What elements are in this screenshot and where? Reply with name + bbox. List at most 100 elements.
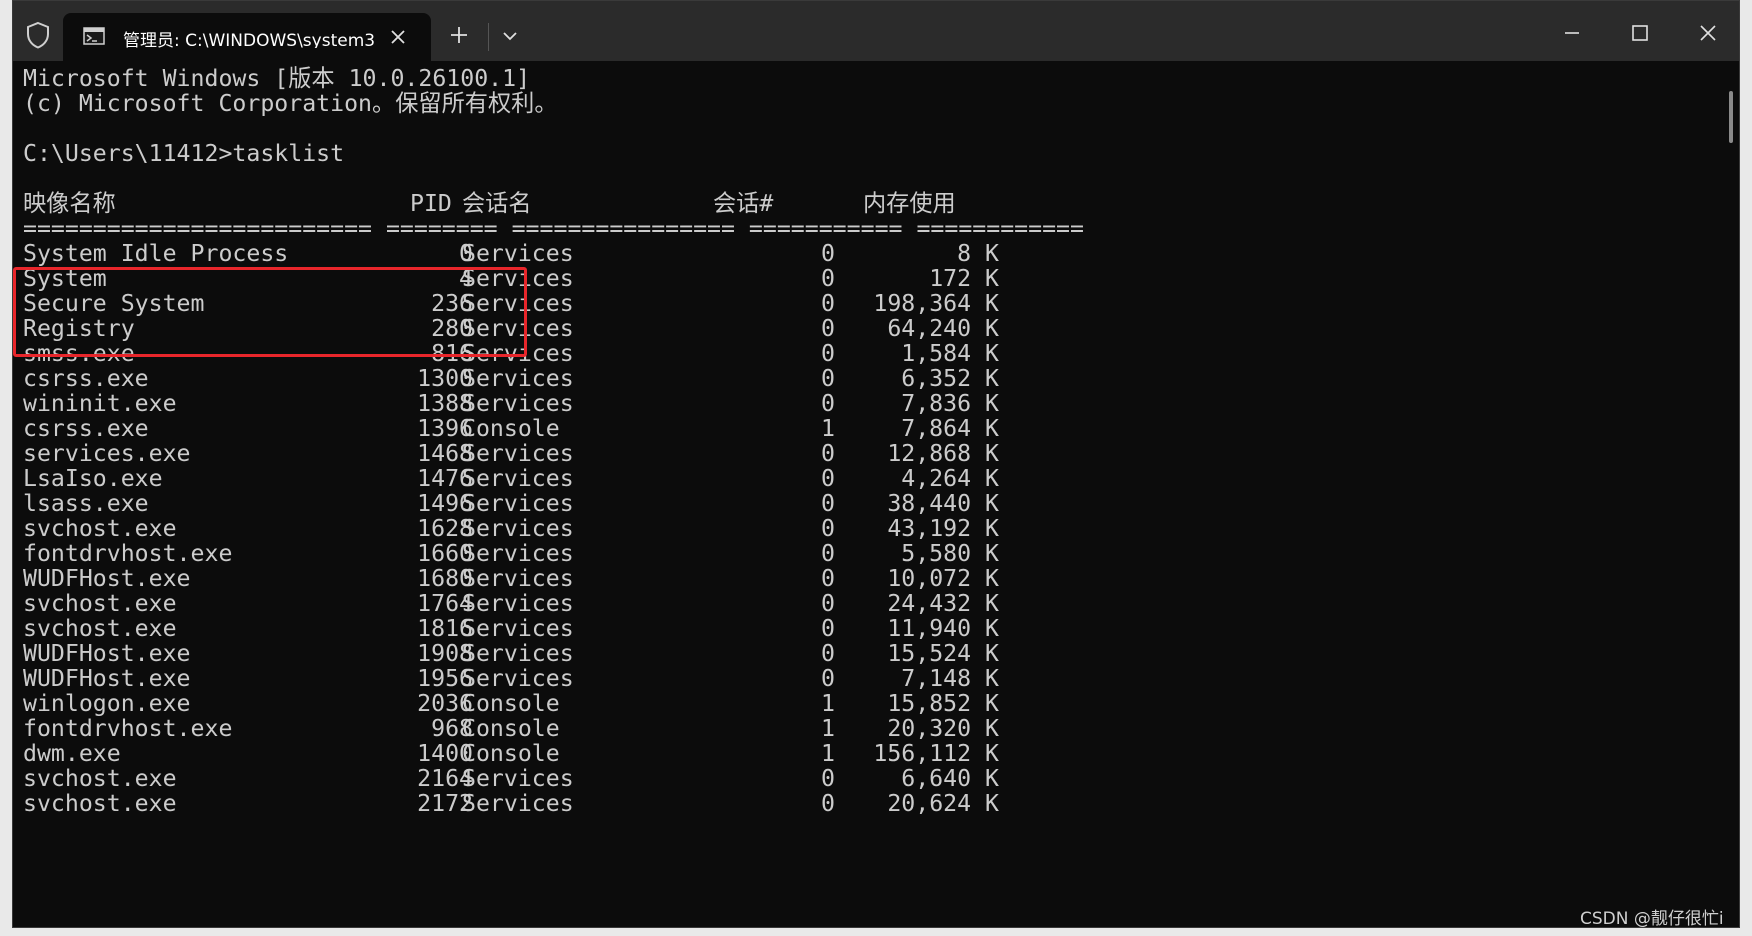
process-name: fontdrvhost.exe [23, 715, 233, 742]
process-mem: 5,580 K [901, 540, 999, 567]
process-mem: 4,264 K [901, 465, 999, 492]
process-name: System [23, 265, 107, 292]
command-prompt: C:\Users\11412>tasklist [23, 140, 345, 167]
process-session: Services [462, 590, 574, 617]
process-session-num: 1 [821, 415, 835, 442]
process-mem: 12,868 K [887, 440, 999, 467]
close-icon[interactable] [1685, 15, 1731, 51]
process-name: svchost.exe [23, 515, 177, 542]
process-mem: 38,440 K [887, 490, 999, 517]
process-name: lsass.exe [23, 490, 149, 517]
process-session: Console [462, 715, 560, 742]
process-session-num: 0 [821, 315, 835, 342]
process-session-num: 0 [821, 565, 835, 592]
process-name: wininit.exe [23, 390, 177, 417]
process-session-num: 0 [821, 340, 835, 367]
maximize-icon[interactable] [1617, 15, 1663, 51]
scrollbar[interactable] [1725, 61, 1739, 927]
table-row: WUDFHost.exe 1680 Services 0 10,072 K [23, 565, 1123, 593]
process-name: csrss.exe [23, 365, 149, 392]
table-row: fontdrvhost.exe 1660 Services 0 5,580 K [23, 540, 1123, 568]
process-name: svchost.exe [23, 590, 177, 617]
process-session: Services [462, 340, 574, 367]
process-session: Services [462, 315, 574, 342]
process-session: Services [462, 490, 574, 517]
process-session: Console [462, 740, 560, 767]
process-mem: 8 K [957, 240, 999, 267]
process-session-num: 0 [821, 290, 835, 317]
table-row: WUDFHost.exe 1908 Services 0 15,524 K [23, 640, 1123, 668]
process-session: Services [462, 465, 574, 492]
table-row: svchost.exe 1628 Services 0 43,192 K [23, 515, 1123, 543]
process-name: WUDFHost.exe [23, 640, 191, 667]
process-name: fontdrvhost.exe [23, 540, 233, 567]
process-session: Services [462, 540, 574, 567]
process-mem: 10,072 K [887, 565, 999, 592]
process-session: Services [462, 240, 574, 267]
tab-admin-cmd[interactable]: 管理员: C:\WINDOWS\system3 [63, 13, 431, 61]
process-session-num: 0 [821, 540, 835, 567]
process-name: svchost.exe [23, 790, 177, 817]
banner-line-2: (c) Microsoft Corporation。保留所有权利。 [23, 90, 558, 117]
table-row: winlogon.exe 2036 Console 1 15,852 K [23, 690, 1123, 718]
process-mem: 20,320 K [887, 715, 999, 742]
title-bar: 管理员: C:\WINDOWS\system3 [13, 1, 1739, 61]
process-session-num: 0 [821, 465, 835, 492]
process-session: Console [462, 415, 560, 442]
chevron-down-icon[interactable] [501, 29, 519, 43]
process-mem: 6,640 K [901, 765, 999, 792]
process-session: Services [462, 765, 574, 792]
process-mem: 15,524 K [887, 640, 999, 667]
table-row: smss.exe 816 Services 0 1,584 K [23, 340, 1123, 368]
process-session: Services [462, 265, 574, 292]
process-mem: 198,364 K [873, 290, 999, 317]
close-icon[interactable] [386, 25, 410, 49]
process-name: WUDFHost.exe [23, 665, 191, 692]
table-row: svchost.exe 2172 Services 0 20,624 K [23, 790, 1123, 818]
table-row: services.exe 1468 Services 0 12,868 K [23, 440, 1123, 468]
shield-icon [27, 21, 49, 49]
table-row: dwm.exe 1400 Console 1 156,112 K [23, 740, 1123, 768]
table-separator: ========================= ======== =====… [23, 215, 1084, 242]
banner-line-1: Microsoft Windows [版本 10.0.26100.1] [23, 65, 531, 92]
process-name: Registry [23, 315, 135, 342]
process-session: Services [462, 640, 574, 667]
process-name: services.exe [23, 440, 191, 467]
process-mem: 7,148 K [901, 665, 999, 692]
process-session-num: 0 [821, 790, 835, 817]
terminal-window: 管理员: C:\WINDOWS\system3 Microsoft Window… [12, 0, 1740, 928]
process-session-num: 0 [821, 615, 835, 642]
process-name: svchost.exe [23, 765, 177, 792]
process-session-num: 1 [821, 740, 835, 767]
process-mem: 6,352 K [901, 365, 999, 392]
header-session-name: 会话名 [462, 190, 532, 217]
process-mem: 156,112 K [873, 740, 999, 767]
scrollbar-thumb[interactable] [1729, 91, 1733, 143]
table-row: System 4 Services 0 172 K [23, 265, 1123, 293]
process-name: dwm.exe [23, 740, 121, 767]
table-row: csrss.exe 1300 Services 0 6,352 K [23, 365, 1123, 393]
process-mem: 1,584 K [901, 340, 999, 367]
table-row: lsass.exe 1496 Services 0 38,440 K [23, 490, 1123, 518]
process-name: csrss.exe [23, 415, 149, 442]
terminal-icon [83, 27, 105, 45]
process-session-num: 0 [821, 265, 835, 292]
process-session-num: 0 [821, 440, 835, 467]
process-session-num: 0 [821, 515, 835, 542]
process-session: Services [462, 665, 574, 692]
process-name: LsaIso.exe [23, 465, 163, 492]
header-pid: PID [410, 190, 452, 217]
process-session-num: 1 [821, 715, 835, 742]
process-name: WUDFHost.exe [23, 565, 191, 592]
table-row: System Idle Process 0 Services 0 8 K [23, 240, 1123, 268]
watermark: CSDN @靓仔很忙i [1580, 909, 1724, 929]
tab-title: 管理员: C:\WINDOWS\system3 [123, 31, 376, 48]
plus-icon[interactable] [449, 25, 469, 45]
table-row: svchost.exe 1764 Services 0 24,432 K [23, 590, 1123, 618]
minimize-icon[interactable] [1549, 15, 1595, 51]
table-row: LsaIso.exe 1476 Services 0 4,264 K [23, 465, 1123, 493]
tab-separator [488, 23, 489, 51]
terminal-output[interactable]: Microsoft Windows [版本 10.0.26100.1] (c) … [13, 61, 1721, 927]
process-name: smss.exe [23, 340, 135, 367]
process-session: Services [462, 515, 574, 542]
